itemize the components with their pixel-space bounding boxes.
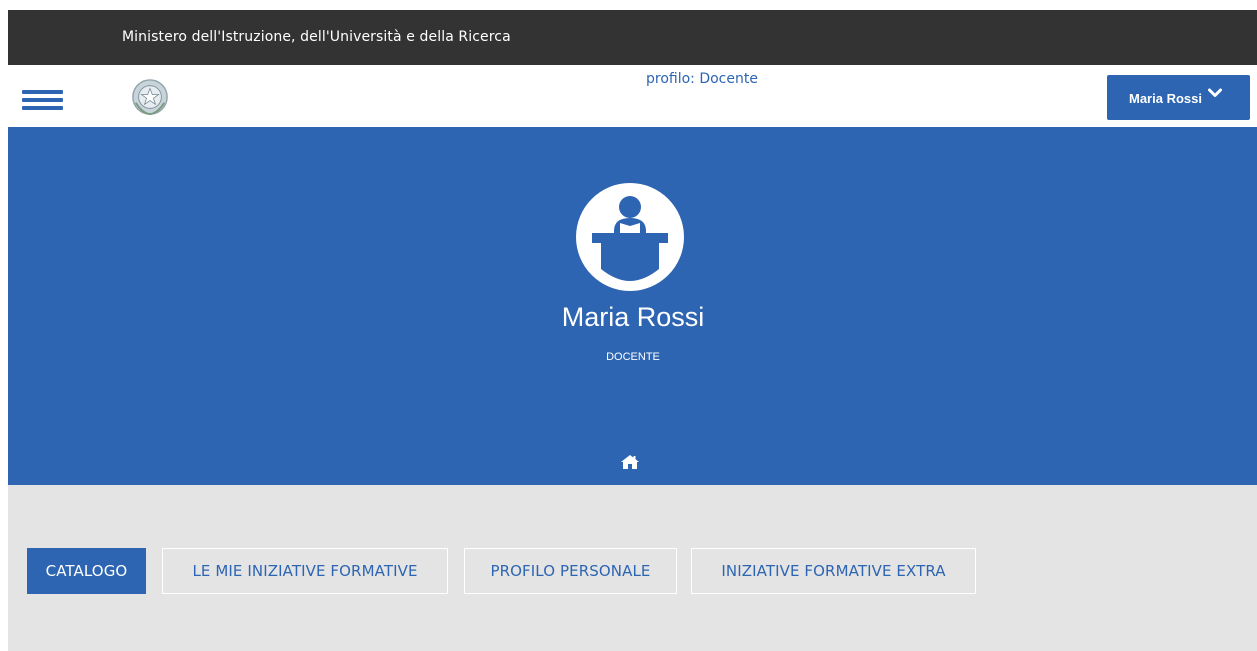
ministry-topbar: Ministero dell'Istruzione, dell'Universi… <box>8 10 1257 65</box>
profile-name: Maria Rossi <box>561 302 705 332</box>
user-menu-label: Maria Rossi <box>1129 91 1202 106</box>
profile-hero: Maria Rossi DOCENTE <box>8 127 1257 485</box>
tab-le-mie-iniziative-formative[interactable]: LE MIE INIZIATIVE FORMATIVE <box>162 548 448 594</box>
chevron-down-icon <box>1208 88 1222 97</box>
header: profilo: Docente Maria Rossi <box>8 65 1257 127</box>
user-menu-button[interactable]: Maria Rossi <box>1107 75 1250 120</box>
italian-republic-emblem-icon <box>132 79 168 116</box>
hamburger-menu-icon[interactable] <box>22 90 63 112</box>
home-icon[interactable] <box>621 455 639 469</box>
teacher-avatar-icon <box>576 183 684 291</box>
profile-role: DOCENTE <box>606 351 660 363</box>
tab-iniziative-formative-extra[interactable]: INIZIATIVE FORMATIVE EXTRA <box>691 548 976 594</box>
tab-profilo-personale[interactable]: PROFILO PERSONALE <box>464 548 677 594</box>
tab-catalogo[interactable]: CATALOGO <box>27 548 146 594</box>
content-area: CATALOGO LE MIE INIZIATIVE FORMATIVE PRO… <box>8 485 1257 651</box>
ministry-title: Ministero dell'Istruzione, dell'Universi… <box>122 29 511 45</box>
profile-label: profilo: Docente <box>646 71 758 87</box>
app-frame: Ministero dell'Istruzione, dell'Universi… <box>8 10 1257 651</box>
